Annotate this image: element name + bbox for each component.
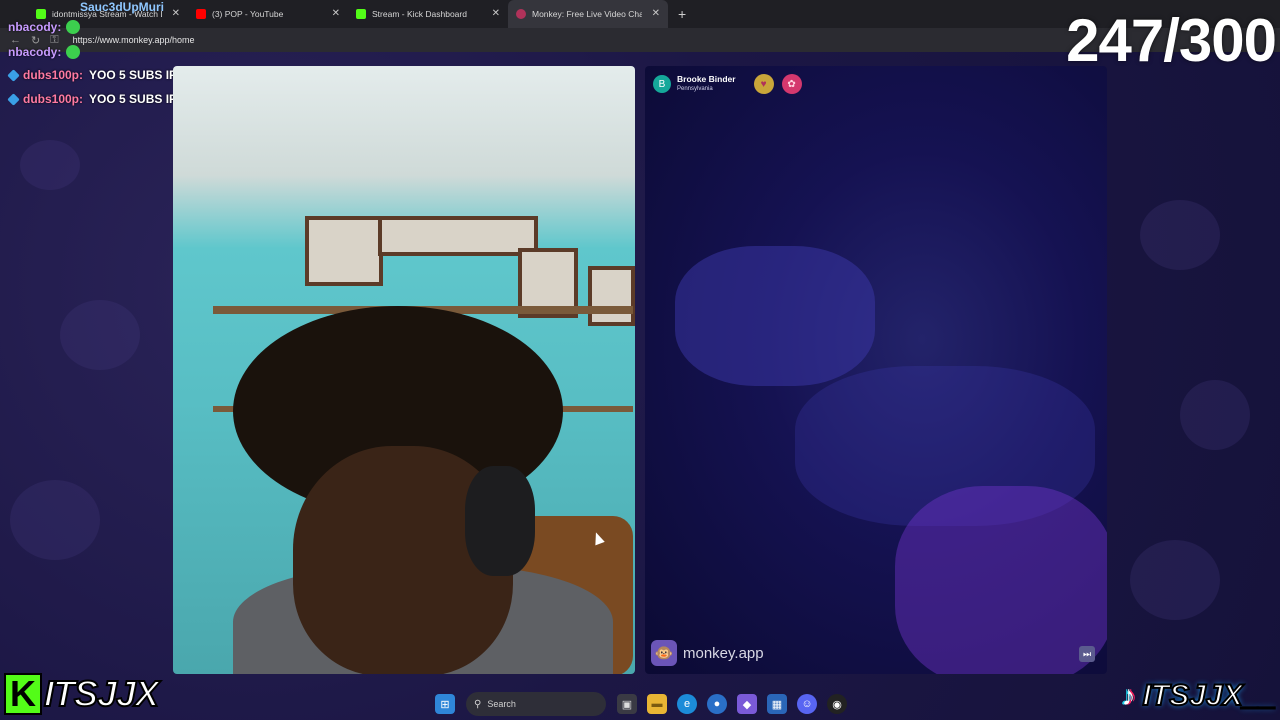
task-view-icon[interactable]: ▣ [617, 694, 637, 714]
self-video-panel [173, 66, 635, 674]
tab-monkey[interactable]: Monkey: Free Live Video Chat ✕ [508, 0, 668, 28]
tab-youtube[interactable]: (3) POP - YouTube ✕ [188, 0, 348, 28]
peer-location: Pennsylvania [677, 86, 713, 92]
heart-badge-icon[interactable]: ♥ [753, 74, 774, 94]
tiktok-logo-icon: ♪ [1121, 680, 1136, 711]
search-icon: ⚲ [474, 698, 482, 710]
store-icon[interactable]: ▦ [767, 694, 787, 714]
emote-icon [66, 45, 81, 59]
bg-paw-blob [1180, 380, 1250, 450]
monkey-logo-icon: 🐵 [651, 640, 677, 666]
tiktok-handle: ITSJJX__ [1142, 678, 1277, 713]
brand-label: monkey.app [683, 644, 764, 662]
chat-username: Sauc3dUpMuri [80, 0, 165, 14]
bg-paw-blob [1130, 540, 1220, 620]
peer-info: Brooke Binder Pennsylvania [677, 74, 736, 94]
chat-username: dubs100p: [23, 68, 84, 82]
peer-video-panel: B Brooke Binder Pennsylvania ♥ ✿ 🐵 monke… [645, 66, 1107, 674]
dark-bed-shape [675, 246, 875, 386]
sub-badge-icon [7, 68, 20, 82]
avatar[interactable]: B [653, 75, 671, 93]
tab-kick-dashboard[interactable]: Stream - Kick Dashboard ✕ [348, 0, 508, 28]
edge-icon[interactable]: e [677, 694, 697, 714]
peer-info-bar: B Brooke Binder Pennsylvania ♥ ✿ [653, 74, 802, 94]
skip-button[interactable]: ⏭ [1079, 646, 1095, 662]
sub-badge-icon [7, 92, 20, 106]
close-icon[interactable]: ✕ [332, 8, 340, 19]
app-icon[interactable]: ◆ [737, 694, 757, 714]
gift-badge-icon[interactable]: ✿ [781, 74, 802, 94]
tab-label: (3) POP - YouTube [212, 9, 284, 19]
wall-frame [305, 216, 383, 286]
kick-favicon-icon [356, 9, 366, 19]
windows-start-icon[interactable]: ⊞ [435, 694, 455, 714]
chat-username: nbacody: [8, 45, 62, 59]
app-icon[interactable]: ● [707, 694, 727, 714]
tab-label: Monkey: Free Live Video Chat [532, 9, 642, 19]
taskbar: ⊞ ⚲ Search ▣ ▬ e ● ◆ ▦ ☺ ◉ [430, 690, 852, 718]
chat-username: nbacody: [8, 20, 62, 34]
sub-goal-counter: 247/300 [1066, 7, 1277, 74]
taskbar-search[interactable]: ⚲ Search [466, 692, 606, 716]
youtube-favicon-icon [196, 9, 206, 19]
emote-icon [66, 20, 81, 34]
dark-bed-shape [895, 486, 1107, 674]
chat-line: nbacody: [8, 20, 81, 34]
bg-paw-blob [10, 480, 100, 560]
file-explorer-icon[interactable]: ▬ [647, 694, 667, 714]
kick-watermark: K ITSJJX [4, 672, 160, 716]
wall-frame [588, 266, 635, 326]
search-label: Search [487, 699, 516, 709]
chat-username: dubs100p: [23, 92, 84, 106]
monkey-favicon-icon [516, 9, 526, 19]
url-field[interactable]: https://www.monkey.app/home [73, 35, 195, 45]
tab-label: Stream - Kick Dashboard [372, 9, 467, 19]
bg-paw-blob [60, 300, 140, 370]
peer-name: Brooke Binder [677, 74, 736, 84]
kick-channel-name: ITSJJX [43, 672, 160, 715]
close-icon[interactable]: ✕ [172, 8, 180, 19]
bg-paw-blob [1140, 200, 1220, 270]
monkey-brand: 🐵 monkey.app [651, 640, 764, 666]
close-icon[interactable]: ✕ [492, 8, 500, 19]
kick-logo-icon: K [4, 673, 42, 715]
wall-frame [378, 216, 538, 256]
discord-icon[interactable]: ☺ [797, 694, 817, 714]
tiktok-watermark: ♪ ITSJJX__ [1115, 672, 1280, 720]
new-tab-button[interactable]: + [678, 6, 686, 22]
close-icon[interactable]: ✕ [652, 8, 660, 19]
bg-paw-blob [20, 140, 80, 190]
chat-top-user: Sauc3dUpMuri [6, 0, 164, 14]
headphone [465, 466, 535, 576]
chat-line: nbacody: [8, 45, 81, 59]
obs-icon[interactable]: ◉ [827, 694, 847, 714]
